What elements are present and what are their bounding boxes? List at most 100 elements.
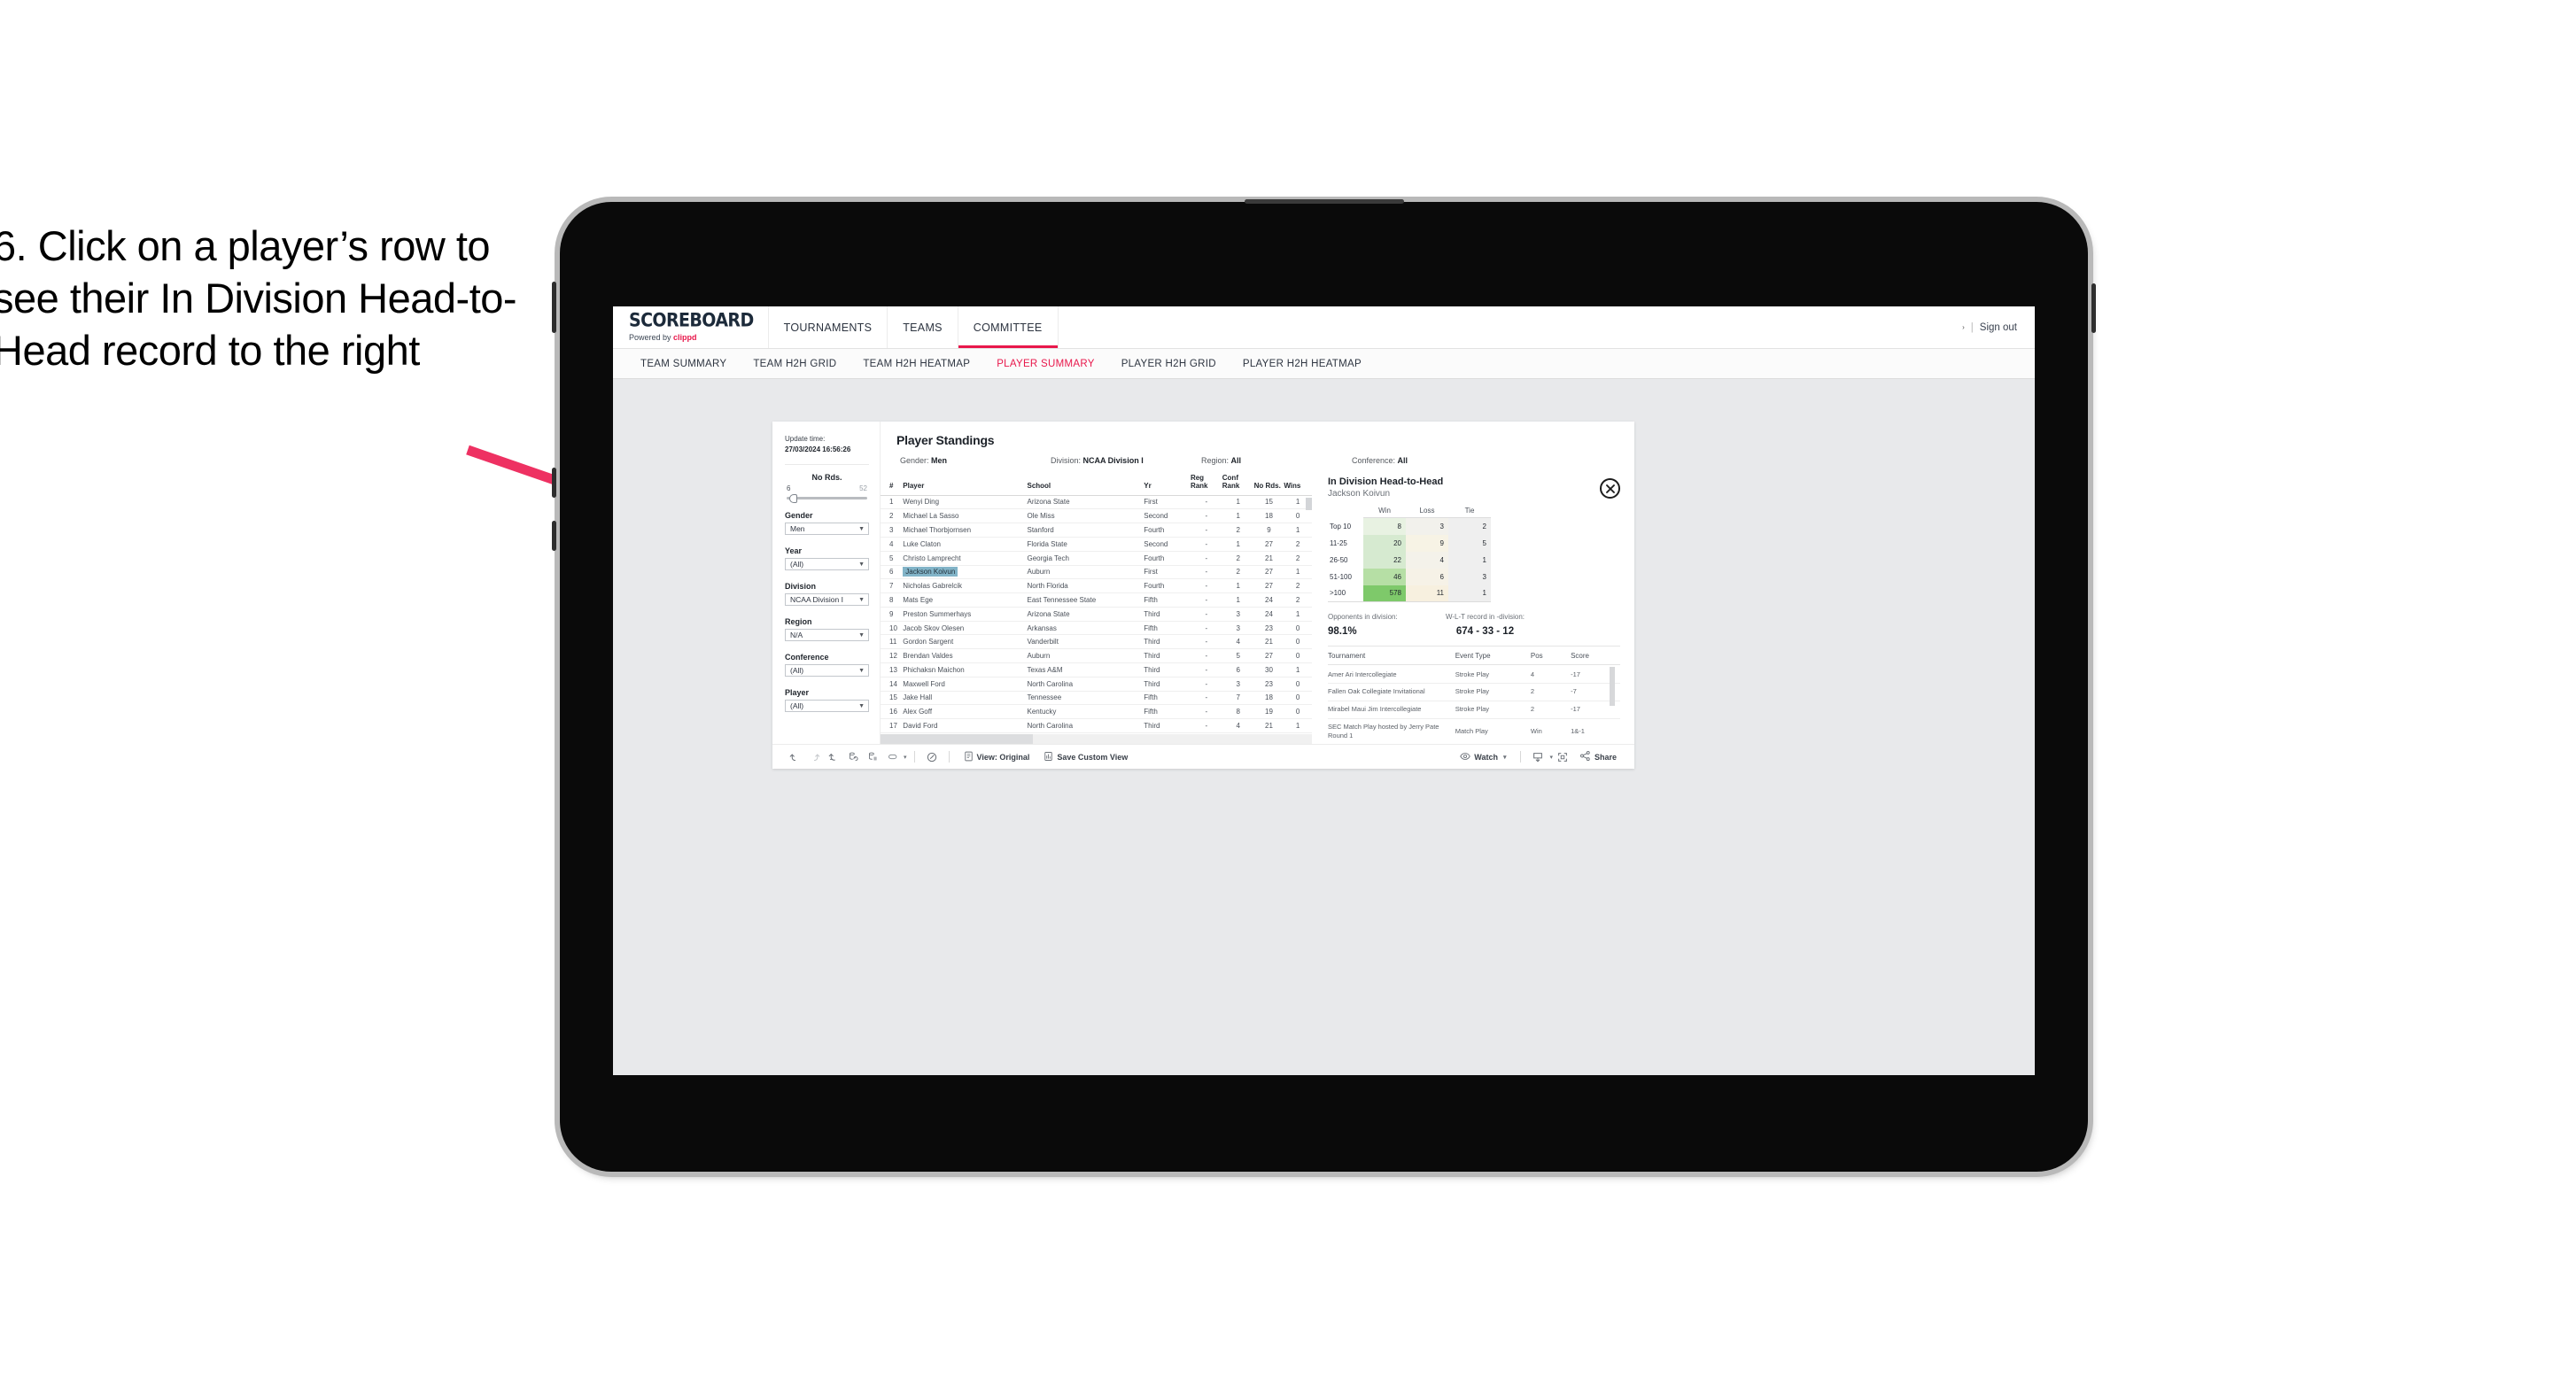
close-circle-icon[interactable] (1600, 478, 1620, 499)
filter-select-division[interactable]: NCAA Division I ▼ (785, 593, 869, 607)
table-row[interactable]: 9 Preston Summerhays Arizona State Third -3 2… (881, 607, 1312, 622)
table-row[interactable]: 6 Jackson Koivun Auburn First -2 27 1 (881, 565, 1312, 580)
col-player[interactable]: Player (903, 473, 1028, 496)
filter-select-conference[interactable]: (All) ▼ (785, 664, 869, 678)
pause-data-icon[interactable] (863, 751, 882, 763)
col-yr[interactable]: Yr (1144, 473, 1191, 496)
table-row[interactable]: 1 Wenyi Ding Arizona State First -1 15 1 (881, 495, 1312, 510)
subnav-item-player-summary[interactable]: PLAYER SUMMARY (983, 359, 1108, 369)
col-score: Score (1571, 647, 1620, 665)
cell-rank: 3 (881, 523, 904, 538)
cell-reg-rank: - (1190, 621, 1222, 636)
topnav-item-teams[interactable]: TEAMS (888, 306, 958, 348)
col-no-rds[interactable]: No Rds. (1253, 473, 1284, 496)
tournament-vertical-scrollbar[interactable] (1610, 667, 1615, 706)
table-row[interactable]: 5 Christo Lamprecht Georgia Tech Fourth -2 21… (881, 551, 1312, 566)
cell-tournament-name: SEC Match Play hosted by Jerry Pate Roun… (1328, 718, 1455, 744)
subnav-item-team-h2h-heatmap[interactable]: TEAM H2H HEATMAP (850, 359, 983, 369)
player-table-horizontal-scrollbar[interactable] (881, 734, 1312, 744)
cell-player: Michael Thorbjornsen (903, 523, 1028, 538)
chevron-down-icon[interactable]: ▾ (904, 754, 907, 761)
col-school[interactable]: School (1027, 473, 1144, 496)
cell-no-rds: 23 (1253, 677, 1284, 692)
table-row[interactable]: 13 Phichaksn Maichon Texas A&M Third -6 30 1 (881, 662, 1312, 678)
refresh-data-icon[interactable] (843, 751, 863, 763)
meta-region: Region: All (1201, 456, 1352, 465)
table-row[interactable]: 17 David Ford North Carolina Third -4 21 1 (881, 718, 1312, 733)
chevron-down-icon[interactable]: ▾ (1503, 754, 1507, 761)
brand-logo[interactable]: SCOREBOARD Powered by clippd (613, 306, 769, 348)
cell-yr: Third (1144, 648, 1191, 663)
redo-icon[interactable] (804, 751, 824, 763)
table-row[interactable]: 3 Michael Thorbjornsen Stanford Fourth -2 9 1 (881, 523, 1312, 538)
tournament-row[interactable]: Amer Ari Intercollegiate Stroke Play 4 -17 (1328, 666, 1620, 684)
cell-player: David Ford (903, 718, 1028, 733)
cell-conf-rank: 6 (1222, 662, 1254, 678)
table-row[interactable]: 7 Nicholas Gabrelcik North Florida Fourth -1… (881, 578, 1312, 594)
sign-out-link[interactable]: Sign out (1980, 322, 2017, 333)
filter-select-gender[interactable]: Men ▼ (785, 523, 869, 536)
table-row[interactable]: 11 Gordon Sargent Vanderbilt Third -4 21 0 (881, 634, 1312, 650)
cell-player: Jackson Koivun (903, 565, 1028, 580)
col-wins[interactable]: Wins (1284, 473, 1312, 496)
fullscreen-icon[interactable] (1553, 751, 1572, 763)
player-standings-section: Player Standings Gender: Men Division: N… (881, 422, 1634, 744)
save-custom-view-button[interactable]: Save Custom View (1036, 751, 1135, 763)
cell-school: Tennessee (1027, 691, 1144, 706)
alerts-icon[interactable] (922, 751, 942, 763)
view-original-button[interactable]: View: Original (957, 751, 1037, 763)
scrollbar-thumb[interactable] (881, 734, 1033, 744)
table-row[interactable]: 16 Alex Goff Kentucky Fifth -8 19 0 (881, 704, 1312, 720)
h2h-cell-win: 46 (1363, 568, 1406, 585)
table-row[interactable]: 4 Luke Claton Florida State Second -1 27 2 (881, 537, 1312, 552)
table-row[interactable]: 2 Michael La Sasso Ole Miss Second -1 18 0 (881, 508, 1312, 524)
slider-track[interactable] (787, 493, 867, 503)
filter-group-gender: Gender Men ▼ (785, 511, 869, 536)
tournament-row[interactable]: Fallen Oak Collegiate Invitational Stroke… (1328, 683, 1620, 701)
filter-select-year[interactable]: (All) ▼ (785, 558, 869, 571)
table-row[interactable]: 15 Jake Hall Tennessee Fifth -7 18 0 (881, 691, 1312, 706)
player-table-vertical-scrollbar[interactable] (1306, 497, 1312, 510)
topnav-right-group: › | Sign out (1944, 306, 2035, 348)
cell-conf-rank: 1 (1222, 495, 1254, 510)
col-reg-rank[interactable]: Reg Rank (1190, 473, 1222, 496)
share-button[interactable]: Share (1572, 750, 1624, 763)
table-row[interactable]: 8 Mats Ege East Tennessee State Fifth -1 24 2 (881, 592, 1312, 608)
filter-select-region[interactable]: N/A ▼ (785, 629, 869, 642)
cell-no-rds: 24 (1253, 592, 1284, 608)
download-icon[interactable] (1528, 751, 1548, 763)
cell-tournament-name: Amer Ari Intercollegiate (1328, 666, 1455, 684)
tournament-row[interactable]: Mirabel Maui Jim Intercollegiate Stroke P… (1328, 701, 1620, 719)
filter-group-year: Year (All) ▼ (785, 546, 869, 571)
cell-conf-rank: 1 (1222, 592, 1254, 608)
tournament-row[interactable]: SEC Match Play hosted by Jerry Pate Roun… (1328, 718, 1620, 744)
col-rank[interactable]: # (881, 473, 904, 496)
subnav-item-team-h2h-grid[interactable]: TEAM H2H GRID (740, 359, 850, 369)
tablet-power-button (552, 282, 556, 333)
share-label: Share (1594, 752, 1617, 762)
revert-icon[interactable] (824, 751, 843, 763)
watch-button[interactable]: Watch ▾ (1453, 752, 1513, 763)
subnav-item-player-h2h-grid[interactable]: PLAYER H2H GRID (1108, 359, 1230, 369)
stat-label: W-L-T record in -division: (1445, 613, 1525, 621)
filter-value-conference: (All) (790, 666, 804, 676)
subnav-item-player-h2h-heatmap[interactable]: PLAYER H2H HEATMAP (1230, 359, 1375, 369)
brand-subtitle: Powered by clippd (629, 333, 754, 342)
filter-select-player[interactable]: (All) ▼ (785, 700, 869, 713)
tablet-speaker (1244, 199, 1404, 204)
no-rounds-slider[interactable]: No Rds. 6 52 (785, 473, 869, 503)
h2h-bucket-label: 11-25 (1330, 538, 1347, 547)
filter-label-conference: Conference (785, 653, 829, 662)
table-row[interactable]: 12 Brendan Valdes Auburn Third -5 27 0 (881, 648, 1312, 663)
topnav-item-tournaments[interactable]: TOURNAMENTS (769, 306, 888, 348)
topnav-item-committee[interactable]: COMMITTEE (958, 306, 1059, 348)
cell-school: Auburn (1027, 565, 1144, 580)
table-row[interactable]: 14 Maxwell Ford North Carolina Third -3 23 0 (881, 677, 1312, 692)
highlight-icon[interactable] (882, 751, 902, 763)
slider-handle[interactable] (789, 493, 797, 503)
col-conf-rank[interactable]: Conf Rank (1222, 473, 1254, 496)
subnav-item-team-summary[interactable]: TEAM SUMMARY (627, 359, 740, 369)
table-row[interactable]: 10 Jacob Skov Olesen Arkansas Fifth -3 23 0 (881, 621, 1312, 636)
chevron-right-icon[interactable]: › (1962, 323, 1965, 331)
undo-icon[interactable] (785, 751, 804, 763)
